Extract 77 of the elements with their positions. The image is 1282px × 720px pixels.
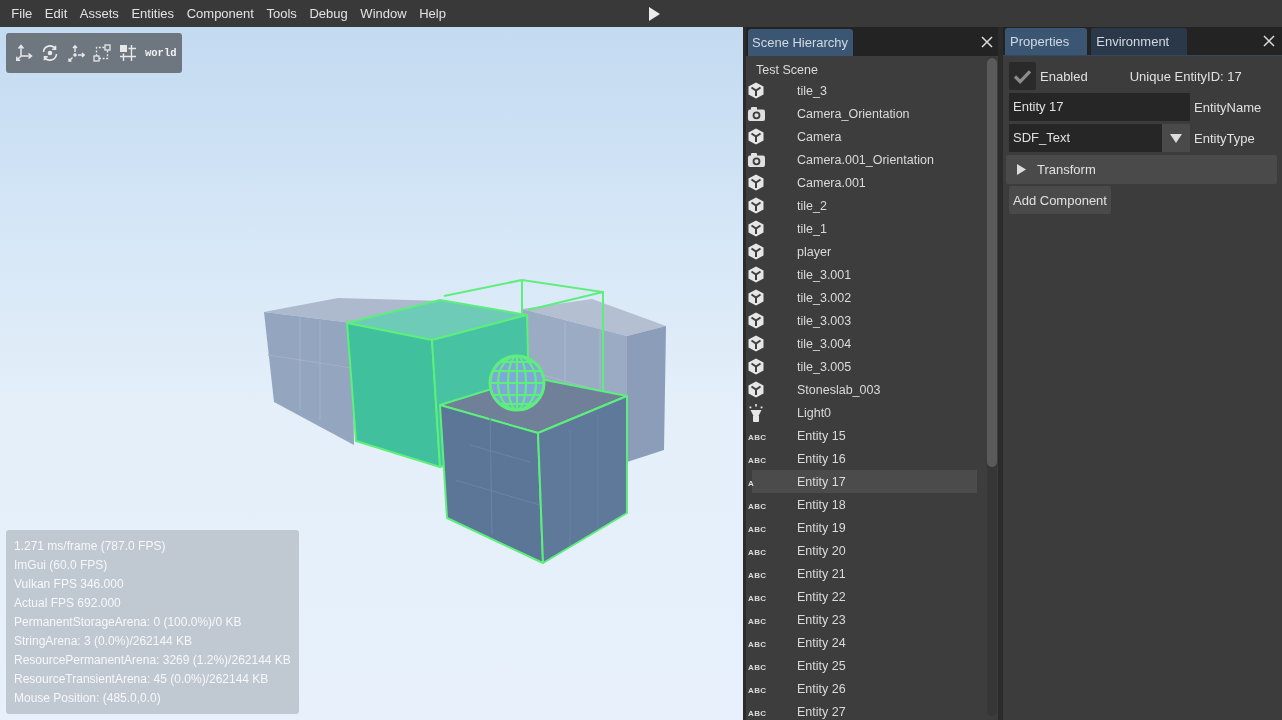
menu-item[interactable]: Tools (260, 0, 304, 27)
hierarchy-item[interactable]: ABC Entity 18 (746, 493, 977, 516)
hierarchy-item[interactable]: ABC Entity 25 (746, 654, 977, 677)
close-icon[interactable] (1263, 35, 1275, 47)
hierarchy-item[interactable]: ABC Entity 16 (746, 447, 977, 470)
abc-glyph: ABC (748, 547, 767, 557)
abc-glyph: ABC (748, 708, 767, 718)
hierarchy-item[interactable]: player (746, 240, 977, 263)
abc-glyph: ABC (748, 570, 767, 580)
enabled-checkbox[interactable] (1009, 62, 1036, 90)
hierarchy-item[interactable]: tile_3 (746, 79, 977, 102)
hierarchy-item[interactable]: ABC Entity 20 (746, 539, 977, 562)
hierarchy-item[interactable]: Light0 (746, 401, 977, 424)
menu-item[interactable]: Debug (303, 0, 355, 27)
hierarchy-item[interactable]: ABC Entity 22 (746, 585, 977, 608)
hierarchy-item[interactable]: Camera (746, 125, 977, 148)
entity-id-label: Unique EntityID: 17 (1129, 68, 1242, 84)
abc-glyph: ABC (748, 639, 767, 649)
hierarchy-item[interactable]: Camera_Orientation (746, 102, 977, 125)
scale-icon[interactable] (67, 44, 85, 62)
rotate-icon[interactable] (41, 44, 59, 62)
hierarchy-item[interactable]: ABC Entity 21 (746, 562, 977, 585)
entity-name-field[interactable]: Entity 17 (1009, 93, 1190, 121)
hierarchy-item[interactable]: tile_3.005 (746, 355, 977, 378)
light-bulb-icon (748, 403, 764, 422)
menu-item[interactable]: Edit (38, 0, 74, 27)
move-axes-icon[interactable] (15, 44, 33, 62)
menu-item[interactable]: Entities (125, 0, 181, 27)
hierarchy-item[interactable]: ABC Entity 24 (746, 631, 977, 654)
close-icon[interactable] (981, 35, 993, 48)
abc-glyph: ABC (748, 432, 767, 442)
hierarchy-item[interactable]: Camera.001 (746, 171, 977, 194)
abc-glyph: ABC (748, 455, 767, 465)
scrollbar-thumb[interactable] (987, 58, 997, 467)
abc-glyph: ABC (748, 616, 767, 626)
hierarchy-item[interactable]: tile_3.003 (746, 309, 977, 332)
hierarchy-item[interactable]: Camera.001_Orientation (746, 148, 977, 171)
space-toggle[interactable]: world (145, 47, 177, 59)
menu-item[interactable]: File (5, 0, 39, 27)
panel-tab[interactable]: Properties (1005, 28, 1088, 55)
field-label: EntityName (1194, 99, 1262, 115)
menu-item[interactable]: Window (354, 0, 413, 27)
checkbox-label: Enabled (1040, 68, 1088, 84)
hierarchy-item[interactable]: tile_3.001 (746, 263, 977, 286)
hierarchy-item[interactable]: ABC Entity 19 (746, 516, 977, 539)
add-component-button[interactable]: Add Component (1009, 186, 1111, 214)
check-icon (1013, 68, 1032, 84)
abc-glyph: ABC (748, 685, 767, 695)
abc-glyph: ABC (748, 593, 767, 603)
caret-icon (1017, 164, 1026, 175)
bounds-icon[interactable] (93, 44, 111, 62)
hierarchy-item[interactable]: ABC Entity 15 (746, 424, 977, 447)
menu-item[interactable]: Component (180, 0, 261, 27)
hierarchy-item[interactable]: tile_3.002 (746, 286, 977, 309)
tree-root-item[interactable]: Test Scene (756, 61, 818, 79)
entity-type-dropdown[interactable]: SDF_Text (1009, 124, 1190, 152)
panel-tab[interactable]: Environment (1091, 28, 1188, 55)
hierarchy-item[interactable]: ABC Entity 23 (746, 608, 977, 631)
hierarchy-item[interactable]: Stoneslab_003 (746, 378, 977, 401)
hierarchy-item[interactable]: ABC Entity 26 (746, 677, 977, 700)
abc-glyph: ABC (748, 662, 767, 672)
panel-tab[interactable]: Scene Hierarchy (748, 29, 854, 56)
field-label: EntityType (1194, 130, 1255, 146)
play-icon[interactable] (649, 6, 660, 21)
menu-item[interactable]: Assets (73, 0, 126, 27)
hierarchy-item[interactable]: tile_1 (746, 217, 977, 240)
hierarchy-item[interactable]: tile_3.004 (746, 332, 977, 355)
abc-glyph: ABC (748, 501, 767, 511)
abc-glyph: ABC (748, 524, 767, 534)
3d-viewport[interactable] (0, 27, 743, 720)
grid-snap-icon[interactable] (119, 44, 137, 62)
hierarchy-item[interactable]: tile_2 (746, 194, 977, 217)
section-header[interactable]: Transform (1006, 155, 1277, 184)
abc-glyph: A (748, 478, 755, 488)
hierarchy-item[interactable]: A Entity 17 (746, 470, 977, 493)
hierarchy-item[interactable]: ABC Entity 27 (746, 700, 977, 720)
menu-item[interactable]: Help (412, 0, 453, 27)
